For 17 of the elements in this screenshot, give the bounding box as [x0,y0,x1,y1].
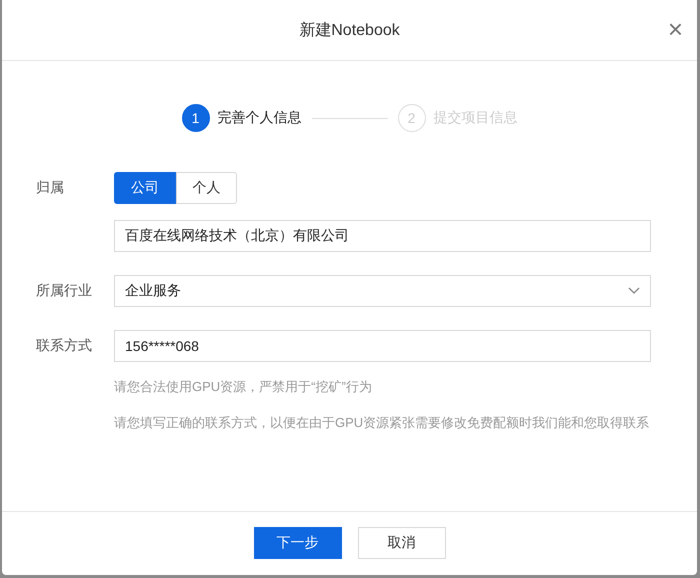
step-label: 完善个人信息 [218,109,302,127]
field-label: 所属行业 [36,282,93,300]
field-label: 归属 [36,179,65,197]
company-input-field[interactable]: 百度在线网络技术（北京）有限公司 [114,220,651,252]
step-number: 1 [182,104,210,132]
industry-select[interactable]: 企业服务 [114,275,651,307]
close-button[interactable]: × [668,18,683,40]
chevron-down-icon [628,287,640,295]
cancel-button[interactable]: 取消 [358,526,446,558]
segment-option[interactable]: 个人 [176,172,237,204]
hint-text: 请您填写正确的联系方式，以便在由于GPU资源紧张需要修改免费配额时我们能和您取得联系 [114,414,650,432]
segment-option[interactable]: 公司 [114,172,176,204]
hint-text: 请您合法使用GPU资源，严禁用于“挖矿”行为 [114,378,373,396]
contact-input-field[interactable]: 156*****068 [114,330,651,362]
dialog-title: 新建Notebook [299,20,400,40]
next-button[interactable]: 下一步 [254,526,342,558]
field-label: 联系方式 [36,337,93,355]
